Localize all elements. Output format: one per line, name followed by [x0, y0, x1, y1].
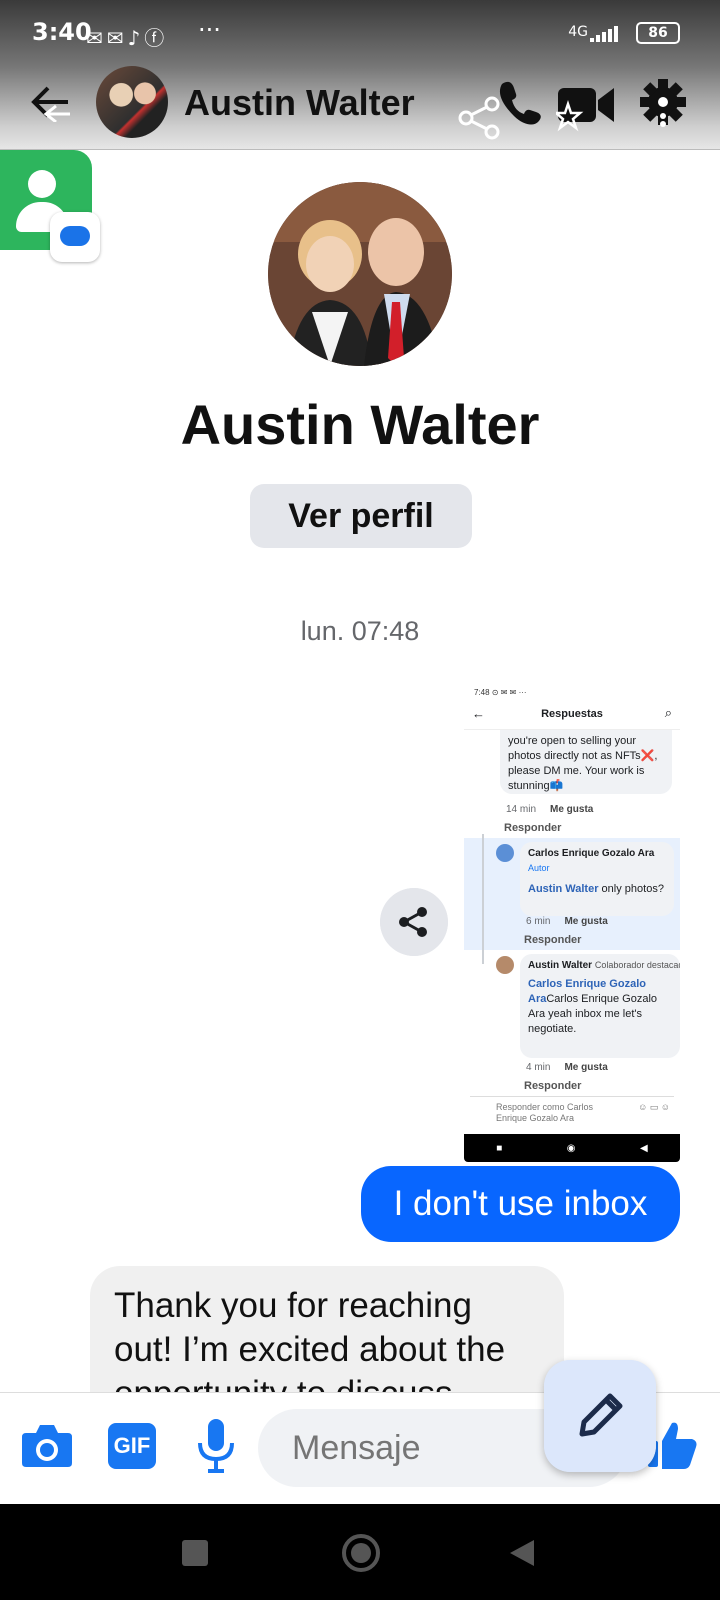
shot-third-meta: 4 min Me gusta — [526, 1062, 608, 1073]
system-back-icon[interactable] — [508, 1538, 536, 1568]
profile-photo — [268, 182, 452, 366]
recent-apps-icon[interactable] — [182, 1540, 208, 1566]
shot-third-time: 4 min — [526, 1062, 551, 1073]
shot-status-time: 7:48 — [474, 688, 490, 697]
shot-third-reply: Responder — [524, 1080, 582, 1092]
shot-first-like: Me gusta — [550, 804, 594, 815]
shot-first-time: 14 min — [506, 804, 537, 815]
more-notifications-icon: ··· — [198, 16, 221, 44]
signal-icon — [590, 26, 624, 42]
shot-third-like: Me gusta — [564, 1062, 608, 1073]
camera-icon[interactable] — [22, 1423, 72, 1469]
microphone-icon[interactable] — [196, 1417, 236, 1473]
shot-second-comment: Carlos Enrique Gozalo Ara Autor Austin W… — [520, 842, 674, 916]
status-time: 3:40 — [32, 18, 92, 46]
notification-icons: ✉✉♪ⓕ — [86, 26, 169, 50]
shot-nav-square-icon: ■ — [496, 1142, 503, 1154]
shot-reply-placeholder: Responder como Carlos Enrique Gozalo Ara — [496, 1102, 594, 1123]
conversation-timestamp: lun. 07:48 — [300, 616, 420, 646]
contact-head — [28, 170, 56, 198]
shot-second-reply: Responder — [524, 934, 582, 946]
shot-avatar-austin — [496, 956, 514, 974]
top-bar: 3:40 ✉✉♪ⓕ ··· 4G 86 Austin Walter — [0, 0, 720, 150]
shot-third-comment: Austin Walter Colaborador destacado Carl… — [520, 954, 680, 1058]
shot-title: Respuestas — [541, 708, 603, 720]
shot-nav-circle-icon: ◉ — [566, 1142, 576, 1154]
shot-header: ← Respuestas ⌕ — [464, 700, 680, 730]
back-arrow-icon[interactable] — [28, 82, 72, 122]
shared-screenshot-message[interactable]: 7:48 ⊙ ✉ ✉ ··· ← Respuestas ⌕ you're ope… — [464, 684, 680, 1162]
profile-name: Austin Walter — [180, 393, 540, 456]
contact-bubble-icon[interactable] — [0, 150, 100, 262]
settings-gear-icon[interactable] — [638, 78, 688, 134]
shot-third-author-line: Austin Walter Colaborador destacado — [528, 958, 680, 973]
shot-second-like: Me gusta — [564, 916, 608, 927]
shot-contributor-tag: Colaborador destacado — [594, 960, 680, 970]
shot-second-text: only photos? — [598, 883, 664, 895]
profile-avatar[interactable] — [268, 182, 452, 366]
battery-indicator: 86 — [636, 22, 680, 44]
shot-search-icon: ⌕ — [664, 705, 672, 720]
shot-third-author: Austin Walter — [528, 960, 593, 971]
incoming-message-bubble[interactable]: Thank you for reaching out! I’m excited … — [90, 1266, 564, 1396]
share-message-button[interactable] — [380, 888, 448, 956]
shot-status-bar: 7:48 ⊙ ✉ ✉ ··· — [474, 688, 527, 697]
status-bar: 3:40 ✉✉♪ⓕ ··· 4G 86 — [32, 16, 680, 52]
network-type: 4G — [568, 24, 588, 40]
phone-call-icon[interactable] — [494, 78, 544, 128]
shot-second-body: Austin Walter only photos? — [528, 882, 666, 897]
shot-first-meta: 14 min Me gusta — [506, 804, 593, 815]
shot-nav-back-icon: ◀ — [640, 1142, 648, 1154]
shot-thread-line — [482, 834, 484, 964]
video-call-icon[interactable] — [556, 80, 616, 132]
edit-pencil-fab[interactable] — [544, 1360, 656, 1472]
outgoing-message-bubble[interactable]: I don't use inbox — [361, 1166, 680, 1242]
shot-second-mention: Austin Walter — [528, 883, 599, 895]
shot-third-body: Carlos Enrique Gozalo AraCarlos Enrique … — [528, 977, 668, 1037]
shot-first-reply: Responder — [504, 822, 562, 834]
shot-third-text: Carlos Enrique Gozalo Ara yeah inbox me … — [528, 993, 658, 1035]
header-contact-name[interactable]: Austin Walter — [184, 82, 415, 124]
shot-second-meta: 6 min Me gusta — [526, 916, 608, 927]
shot-second-time: 6 min — [526, 916, 551, 927]
shot-nav-bar: ■ ◉ ◀ — [464, 1134, 680, 1162]
shot-emoji-icons: ☺ ▭ ☺ — [638, 1102, 670, 1112]
view-profile-button[interactable]: Ver perfil — [250, 484, 472, 548]
shot-author-tag: Autor — [528, 863, 550, 873]
shot-reply-input: Responder como Carlos Enrique Gozalo Ara… — [470, 1096, 674, 1123]
gif-button[interactable]: GIF — [108, 1423, 156, 1469]
shot-first-comment: you're open to selling your photos direc… — [500, 730, 672, 794]
home-icon[interactable] — [342, 1534, 380, 1572]
shot-second-author: Carlos Enrique Gozalo Ara — [528, 848, 655, 859]
messages-app-icon — [50, 212, 100, 262]
shot-second-author-line: Carlos Enrique Gozalo Ara Autor — [528, 846, 666, 876]
system-navigation-bar — [0, 1504, 720, 1600]
header-avatar[interactable] — [96, 66, 168, 138]
shot-avatar-carlos — [496, 844, 514, 862]
